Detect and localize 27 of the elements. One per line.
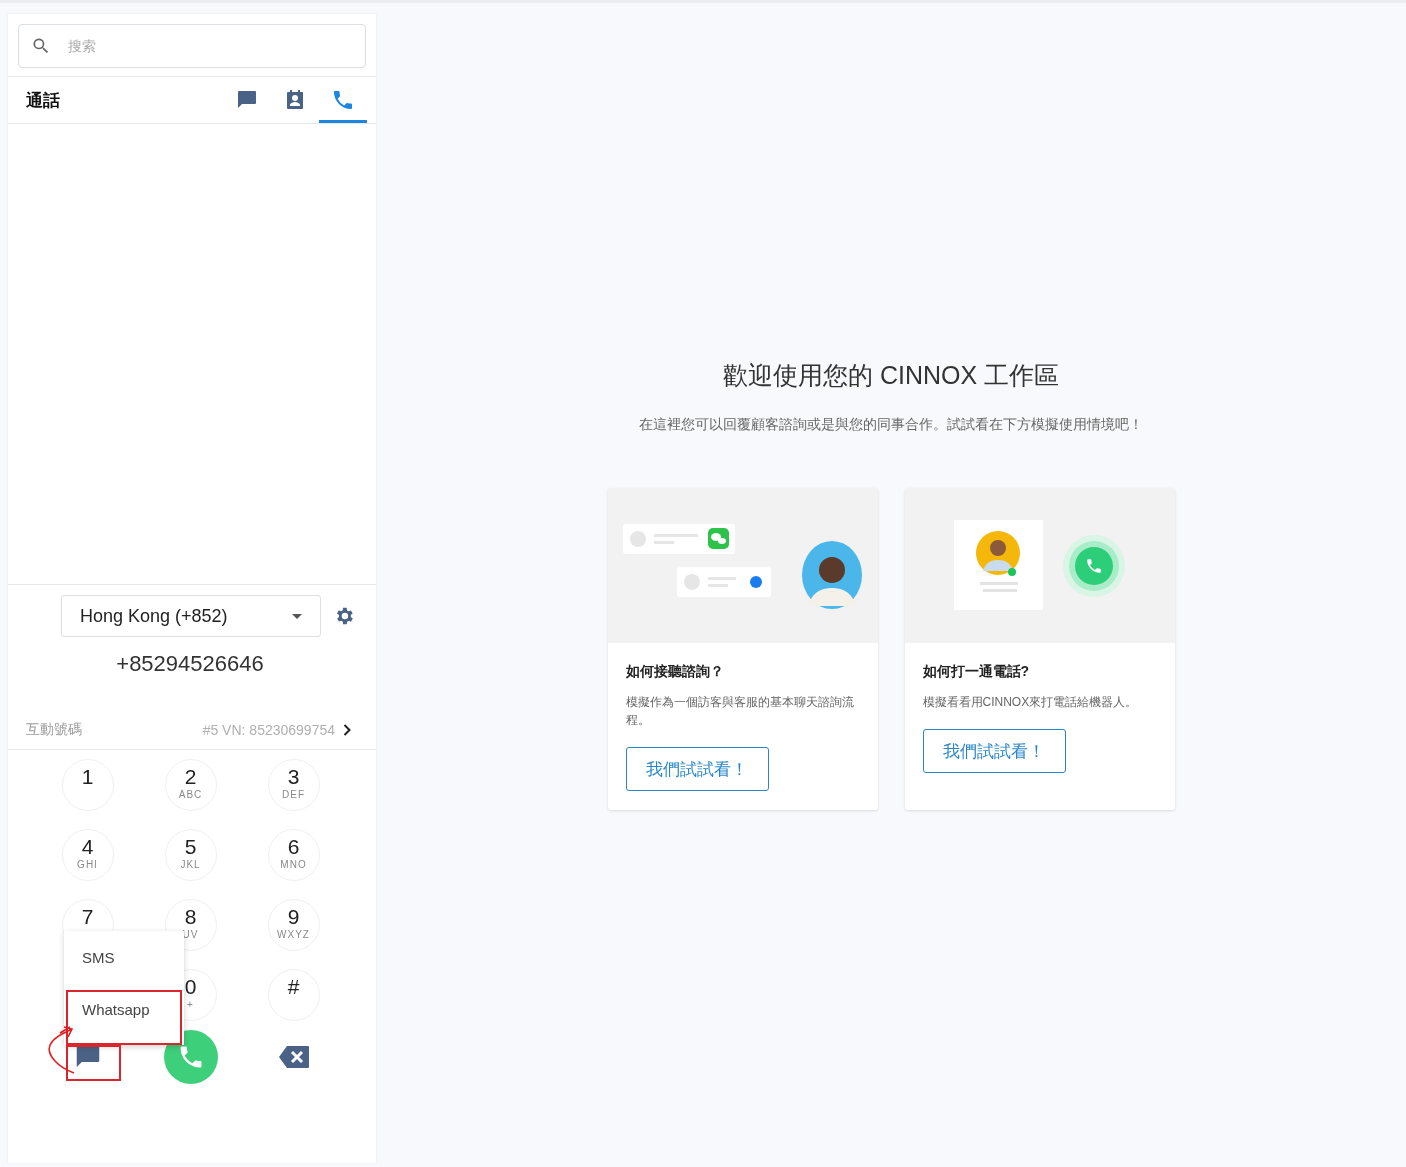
chevron-right-icon[interactable] [343, 724, 351, 736]
card-description: 模擬作為一個訪客與客服的基本聊天諮詢流程。 [625, 694, 855, 729]
welcome-subtitle: 在這裡您可以回覆顧客諮詢或是與您的同事合作。試試看在下方模擬使用情境吧！ [639, 416, 1143, 434]
interactive-number-value: #5 VN: 85230699754 [202, 722, 335, 738]
caret-icon [292, 613, 302, 619]
dial-key[interactable]: 5 JKL [164, 829, 217, 881]
interactive-number-label: 互動號碼 [26, 721, 82, 739]
try-button[interactable]: 我們試試看！ [625, 747, 769, 791]
welcome-title: 歡迎使用您的 CINNOX 工作區 [722, 360, 1060, 391]
country-select[interactable]: Hong Kong (+852) [61, 595, 321, 637]
dial-key[interactable]: 9 WXYZ [267, 899, 320, 951]
section-title: 通話 [26, 89, 60, 112]
dial-key[interactable]: 1 [61, 759, 114, 811]
dial-key[interactable]: 4 GHI [61, 829, 114, 881]
card-title: 如何接聽諮詢？ [625, 663, 724, 681]
search-field[interactable]: 搜索 [18, 24, 366, 68]
backspace-icon[interactable] [277, 1045, 310, 1069]
try-button[interactable]: 我們試試看！ [922, 729, 1066, 773]
dial-key[interactable]: 3 DEF [267, 759, 320, 811]
phone-number: +85294526646 [115, 651, 265, 677]
dial-key[interactable]: 6 MNO [267, 829, 320, 881]
dial-key[interactable]: 2 ABC [164, 759, 217, 811]
phone-icon [331, 88, 355, 112]
search-icon [31, 36, 51, 56]
card-description: 模擬看看用CINNOX來打電話給機器人。 [922, 694, 1139, 711]
dial-key[interactable]: # [267, 969, 320, 1021]
card-title: 如何打一通電話? [922, 663, 1030, 681]
